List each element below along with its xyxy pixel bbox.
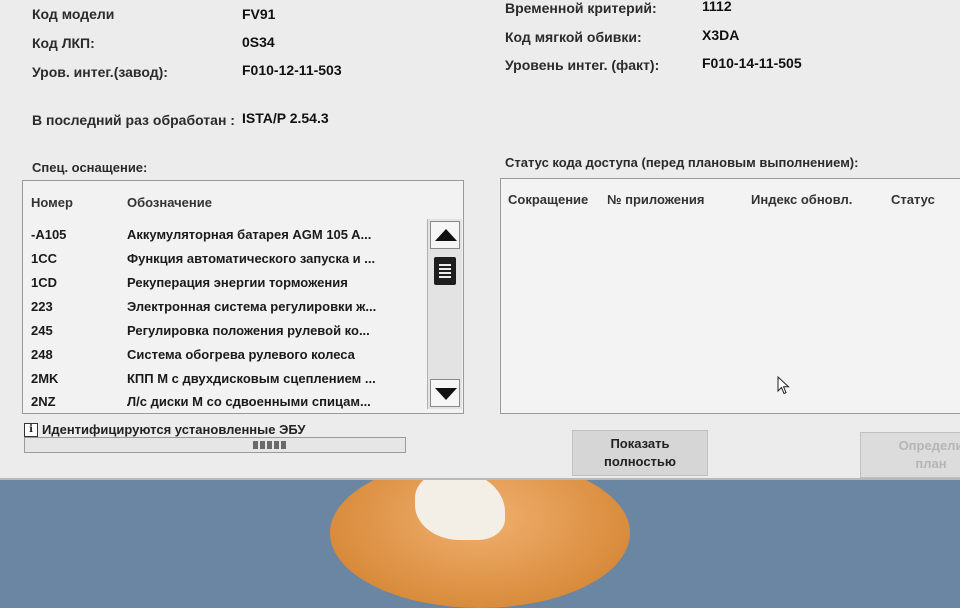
row-code: 1CC [31,251,58,266]
access-status-table: Сокращение № приложения Индекс обновл. С… [500,178,960,414]
integ-level-factory-label: Уров. интег.(завод): [32,64,168,80]
model-code-value: FV91 [242,6,276,22]
integ-level-actual-label: Уровень интег. (факт): [505,57,660,73]
column-header-update-index: Индекс обновл. [751,192,853,207]
time-criterion-value: 1112 [702,0,732,14]
column-header-number: Номер [31,195,73,210]
table-row[interactable]: 248 Система обогрева рулевого колеса [23,347,423,371]
show-full-button[interactable]: Показать полностью [572,430,708,476]
determine-plan-button-line1: Определи [898,438,960,453]
time-criterion-label: Временной критерий: [505,0,657,16]
row-code: 1CD [31,275,58,290]
determine-plan-button[interactable]: Определи план [860,432,960,478]
scroll-up-button[interactable] [430,221,460,249]
row-code: 248 [31,347,53,362]
arrow-up-icon [435,229,457,241]
column-header-designation: Обозначение [127,195,212,210]
paint-code-label: Код ЛКП: [32,35,95,51]
show-full-button-line1: Показать [610,436,670,451]
row-name: Л/с диски М со сдвоенными спицам... [127,394,371,409]
status-message: Идентифицируются установленные ЭБУ [42,422,306,437]
row-name: Аккумуляторная батарея AGM 105 A... [127,227,372,242]
row-name: КПП М с двухдисковым сцеплением ... [127,371,376,386]
table-row[interactable]: 2MK КПП М с двухдисковым сцеплением ... [23,371,423,395]
table-row[interactable]: 1CD Рекуперация энергии торможения [23,275,423,299]
table-row[interactable]: 2NZ Л/с диски М со сдвоенными спицам... [23,394,423,418]
mouse-pointer-icon [777,376,790,395]
scroll-thumb[interactable] [434,257,456,285]
row-name: Рекуперация энергии торможения [127,275,348,290]
show-full-button-line2: полностью [603,454,677,469]
vertical-scrollbar[interactable] [427,219,462,409]
row-name: Функция автоматического запуска и ... [127,251,376,266]
info-icon: i [24,423,38,437]
last-processed-label: В последний раз обработан : [32,112,235,128]
integ-level-actual-value: F010-14-11-505 [702,55,802,71]
ista-window: Код модели FV91 Код ЛКП: 0S34 Уров. инте… [0,0,960,480]
determine-plan-button-line2: план [915,456,947,471]
column-header-abbreviation: Сокращение [508,192,589,207]
column-header-app-number: № приложения [607,192,705,207]
table-row[interactable]: 1CC Функция автоматического запуска и ..… [23,251,423,275]
equipment-table: Номер Обозначение -A105 Аккумуляторная б… [22,180,464,414]
integ-level-factory-value: F010-12-11-503 [242,62,342,78]
row-code: 2NZ [31,394,56,409]
equipment-title: Спец. оснащение: [32,160,148,175]
upholstery-code-label: Код мягкой обивки: [505,29,642,45]
last-processed-value: ISTA/P 2.54.3 [242,110,329,126]
row-name: Электронная система регулировки ж... [127,299,377,314]
column-header-status: Статус [891,192,935,207]
table-row[interactable]: -A105 Аккумуляторная батарея AGM 105 A..… [23,227,423,251]
row-code: -A105 [31,227,67,242]
progress-bar [24,437,406,453]
table-row[interactable]: 223 Электронная система регулировки ж... [23,299,423,323]
row-code: 223 [31,299,53,314]
upholstery-code-value: X3DA [702,27,740,43]
row-name: Регулировка положения рулевой ко... [127,323,370,338]
scroll-down-button[interactable] [430,379,460,407]
arrow-down-icon [435,388,457,400]
row-code: 245 [31,323,53,338]
paint-code-value: 0S34 [242,34,275,50]
table-row[interactable]: 245 Регулировка положения рулевой ко... [23,323,423,347]
model-code-label: Код модели [32,6,115,22]
row-code: 2MK [31,371,59,386]
access-status-title: Статус кода доступа (перед плановым выпо… [505,155,859,170]
row-name: Система обогрева рулевого колеса [127,347,355,362]
